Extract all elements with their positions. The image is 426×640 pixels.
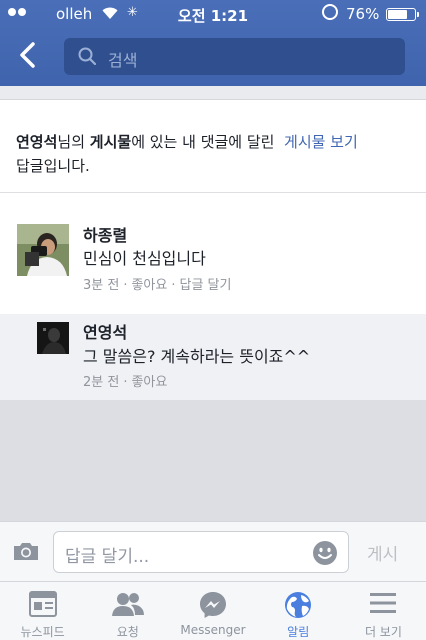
profile-photo bbox=[37, 322, 69, 354]
tab-messenger[interactable]: Messenger bbox=[170, 582, 255, 640]
search-input[interactable]: 검색 bbox=[64, 38, 405, 75]
comment: 하종렬 민심이 천심입니다 3분 전 · 좋아요 · 답글 달기 bbox=[0, 212, 426, 312]
notice-text-3: 답글입니다. bbox=[16, 157, 90, 175]
reply-author[interactable]: 연영석 bbox=[83, 319, 127, 343]
empty-area bbox=[0, 400, 426, 521]
newsfeed-icon bbox=[28, 591, 57, 617]
battery-icon bbox=[386, 8, 419, 21]
reply-time: 2분 전 bbox=[83, 375, 120, 390]
profile-photo bbox=[17, 224, 69, 276]
search-icon bbox=[78, 47, 96, 65]
notice-text-2: 에 있는 내 댓글에 달린 bbox=[131, 133, 275, 151]
reply-input[interactable]: 답글 달기... bbox=[53, 531, 349, 573]
comment-time: 3분 전 bbox=[83, 278, 120, 293]
view-post-link[interactable]: 게시물 보기 bbox=[284, 133, 358, 151]
section-divider-band bbox=[0, 86, 426, 100]
back-button[interactable] bbox=[12, 38, 46, 72]
tab-label: 더 보기 bbox=[364, 625, 402, 639]
status-bar: olleh ✳ 오전 1:21 76% bbox=[0, 0, 426, 416]
comment-author[interactable]: 하종렬 bbox=[83, 222, 127, 246]
avatar[interactable] bbox=[37, 322, 69, 354]
reply-meta: 2분 전 · 좋아요 bbox=[83, 375, 168, 390]
menu-icon bbox=[370, 593, 397, 613]
tab-newsfeed[interactable]: 뉴스피드 bbox=[0, 582, 85, 640]
tab-requests[interactable]: 요청 bbox=[85, 582, 170, 640]
reply-notice: 연영석님의 게시물에 있는 내 댓글에 달린 게시물 보기 답글입니다. bbox=[16, 130, 416, 178]
camera-button[interactable] bbox=[12, 540, 40, 562]
reply-like-button[interactable]: 좋아요 bbox=[131, 375, 167, 390]
post-button[interactable]: 게시 bbox=[367, 540, 398, 565]
tab-bar: 뉴스피드 요청 Messenger 알림 더 보기 bbox=[0, 581, 426, 640]
notice-post-word: 게시물 bbox=[89, 133, 132, 151]
tab-label: 뉴스피드 bbox=[20, 625, 65, 639]
tab-notifications[interactable]: 알림 bbox=[256, 582, 341, 640]
friend-requests-icon bbox=[111, 593, 144, 616]
smiley-icon bbox=[313, 541, 337, 565]
camera-icon bbox=[14, 543, 38, 560]
reply-text: 그 말씀은? 계속하라는 뜻이죠^^ bbox=[83, 347, 311, 366]
reply-input-placeholder: 답글 달기... bbox=[65, 547, 150, 567]
reply-composer: 답글 달기... 게시 bbox=[0, 521, 426, 581]
reply-comment: 연영석 그 말씀은? 계속하라는 뜻이죠^^ 2분 전 · 좋아요 bbox=[0, 314, 426, 400]
comment-reply-button[interactable]: 답글 달기 bbox=[180, 278, 232, 293]
comment-meta: 3분 전 · 좋아요 · 답글 달기 bbox=[83, 278, 232, 293]
comment-text: 민심이 천심입니다 bbox=[83, 249, 206, 268]
divider bbox=[0, 192, 426, 193]
notice-text-1: 님의 bbox=[57, 133, 90, 151]
chevron-left-icon bbox=[20, 42, 35, 68]
tab-label: 요청 bbox=[116, 625, 139, 639]
tab-label: 알림 bbox=[287, 625, 310, 639]
emoji-button[interactable] bbox=[312, 540, 338, 566]
comment-like-button[interactable]: 좋아요 bbox=[131, 278, 167, 293]
messenger-icon bbox=[200, 592, 226, 618]
battery-percentage: 76% bbox=[346, 5, 380, 23]
avatar[interactable] bbox=[17, 224, 69, 276]
top-bar: olleh ✳ 오전 1:21 76% 검색 bbox=[0, 0, 426, 416]
tab-label: Messenger bbox=[180, 623, 246, 637]
globe-icon bbox=[285, 592, 312, 618]
search-placeholder: 검색 bbox=[108, 51, 138, 70]
rotation-lock-icon bbox=[322, 4, 338, 20]
tab-more[interactable]: 더 보기 bbox=[341, 582, 426, 640]
notice-author[interactable]: 연영석 bbox=[16, 133, 57, 151]
